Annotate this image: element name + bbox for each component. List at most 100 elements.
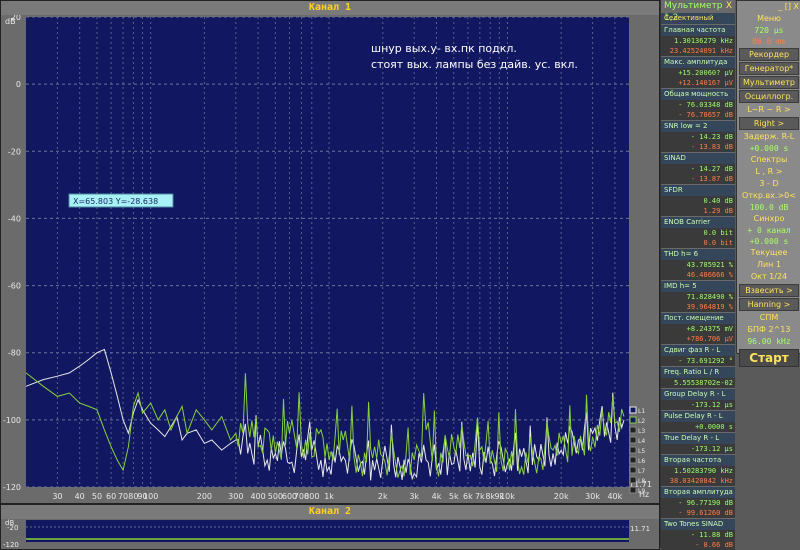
meter-label: Пост. смещение — [661, 313, 735, 324]
menu-button[interactable]: Меню — [737, 13, 800, 25]
legend-swatch — [629, 466, 637, 474]
meter-label: Two Tones SINAD — [661, 519, 735, 530]
legend-label: L2 — [638, 418, 645, 425]
channel2-chart[interactable]: dB -20 -120 11.71 — [1, 519, 659, 549]
meter-label: IMD h= 5 — [661, 281, 735, 292]
control-row[interactable]: БПФ 2^13 — [737, 324, 800, 336]
legend: L1 L2 L3 L4 L5 L6 L7 L8 L9 — [629, 406, 645, 495]
y-tick-label: -60 — [8, 282, 21, 291]
x-tick-label: 30k — [585, 492, 600, 501]
multimeter-rows: Главная частота 1.30136279 kHz 23.42524091… — [661, 25, 735, 550]
meter-value: 46.486666 % — [661, 270, 735, 280]
x-tick-label: 40 — [75, 492, 85, 501]
y-tick-label: -20 — [8, 147, 21, 156]
x-tick-label: 1k — [324, 492, 334, 501]
meter-label: Общая мощность — [661, 89, 735, 100]
meter-value: +12.14016? µV — [661, 78, 735, 88]
spectrum-title[interactable]: Канал 1 — [1, 1, 659, 15]
control-row[interactable]: Окт 1/24 — [737, 271, 800, 283]
control-row[interactable]: Текущее — [737, 247, 800, 259]
control-row[interactable]: Задерж. R-L — [737, 131, 800, 143]
control-val: 96.00 kHz — [747, 337, 791, 346]
legend-swatch — [629, 426, 637, 434]
legend-label: L3 — [638, 428, 645, 435]
y-tick-label: -40 — [8, 214, 21, 223]
x-tick-label: 7k — [475, 492, 485, 501]
control-row[interactable]: L~R ~ R > — [737, 104, 800, 116]
control-btn[interactable]: Мультиметр — [739, 76, 799, 89]
buffer-duration: 720 µs — [754, 26, 784, 35]
x-tick-label: 2k — [378, 492, 388, 501]
spectrum-chart[interactable]: 200-20-40-60-80-100-120 30 40 50 60 70 809010… — [1, 15, 659, 503]
meter-value: 0.0 bit — [661, 238, 735, 248]
legend-label: L6 — [638, 458, 645, 465]
x-tick-label: 300 — [228, 492, 243, 501]
control-btn[interactable]: Взвесить > — [739, 284, 799, 297]
control-btn[interactable]: Right > — [739, 117, 799, 130]
plot-area — [26, 17, 629, 487]
y-tick-label: -100 — [3, 416, 21, 425]
multimeter-close-button[interactable]: X — [726, 0, 732, 12]
x-tick-label: 30 — [52, 492, 62, 501]
legend-label: L1 — [638, 408, 645, 415]
meter-value: +0.0000 s — [661, 422, 735, 432]
legend-label: L7 — [638, 468, 645, 475]
x-tick-label: 100 — [143, 492, 158, 501]
control-row[interactable]: Откр.вх.>0< — [737, 190, 800, 202]
y-tick-labels: 200-20-40-60-80-100-120 — [3, 15, 21, 492]
meter-value: 43.785921 % — [661, 260, 735, 270]
control-panel: _ [] X Меню 720 µs 86.6 ms Рекордер Генер… — [736, 0, 800, 367]
meter-value: - 99.61260 dB — [661, 508, 735, 518]
meter-label: Сдвиг фаз R - L — [661, 345, 735, 356]
start-button[interactable]: Старт — [739, 349, 799, 367]
channel2-window: Канал 2 dB -20 -120 11.71 — [0, 504, 660, 550]
x-tick-label: 3k — [409, 492, 419, 501]
channel2-title[interactable]: Канал 2 — [1, 505, 659, 519]
meter-value: 5.55538702e-02 — [661, 378, 735, 388]
y-unit-label: dB — [5, 17, 16, 26]
x-tick-label: 4k — [432, 492, 442, 501]
meter-value: 0.0 bit — [661, 228, 735, 238]
control-row[interactable]: 3 - D — [737, 178, 800, 190]
meter-value: - 8.66 dB — [661, 540, 735, 550]
meter-label: Макс. амплитуда — [661, 57, 735, 68]
meter-label: SNR low = 2 — [661, 121, 735, 132]
multimeter-mode[interactable]: Селективный — [661, 13, 735, 24]
meter-value: - 11.88 dB — [661, 530, 735, 540]
meter-value: 1.30136279 kHz — [661, 36, 735, 46]
meter-label: SINAD — [661, 153, 735, 164]
x-tick-label: 10k — [500, 492, 515, 501]
control-btn[interactable]: Рекордер — [739, 48, 799, 61]
control-row[interactable]: L , R > — [737, 166, 800, 178]
meter-value: 0.40 dB — [661, 196, 735, 206]
buffer-duration-2: 86.6 ms — [752, 37, 786, 46]
x-tick-label: 400 — [250, 492, 265, 501]
legend-swatch — [629, 456, 637, 464]
cursor-readout: X=65.803 Y=-28.638 — [73, 197, 158, 206]
legend-label: L5 — [638, 448, 645, 455]
legend-swatch — [629, 446, 637, 454]
meter-value: +786.706 µV — [661, 334, 735, 344]
meter-label: SFDR — [661, 185, 735, 196]
control-btn[interactable]: Hanning > — [739, 298, 799, 311]
control-val: +0.000 s — [749, 237, 789, 246]
meter-label: Главная частота — [661, 25, 735, 36]
control-row[interactable]: СПМ — [737, 312, 800, 324]
x-tick-label: 20k — [554, 492, 569, 501]
legend-swatch — [629, 436, 637, 444]
control-btn[interactable]: Генератор* — [739, 62, 799, 75]
meter-label: Вторая амплитуда — [661, 487, 735, 498]
meter-value: 39.964819 % — [661, 302, 735, 312]
meter-label: Вторая частота — [661, 455, 735, 466]
control-row[interactable]: Спектры — [737, 154, 800, 166]
window-controls[interactable]: _ [] X — [737, 1, 800, 13]
control-row[interactable]: Лин 1 — [737, 259, 800, 271]
control-val: +0.000 s — [749, 144, 789, 153]
meter-label: Pulse Delay R - L — [661, 411, 735, 422]
legend-label: L8 — [638, 478, 645, 485]
legend-label: L9 — [638, 488, 645, 495]
x-tick-label: 40k — [607, 492, 622, 501]
meter-label: THD h= 6 — [661, 249, 735, 260]
control-row[interactable]: Синхро — [737, 213, 800, 225]
control-btn[interactable]: Осциллогр. — [739, 90, 799, 103]
